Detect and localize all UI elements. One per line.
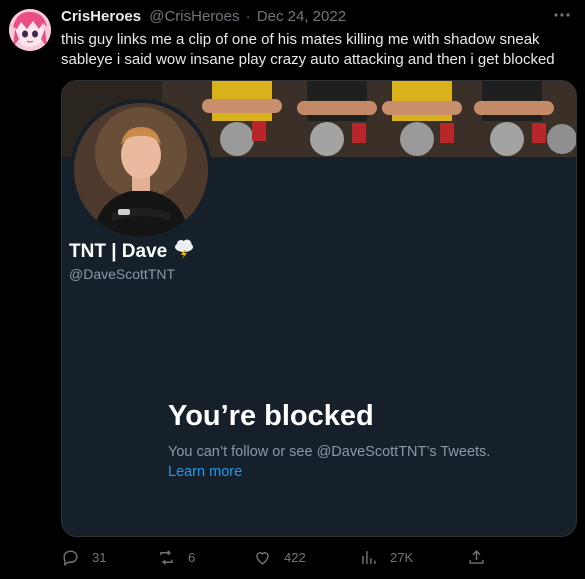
- profile-name[interactable]: TNT | Dave: [69, 239, 195, 265]
- retweet-count: 6: [188, 550, 196, 565]
- tweet-header: CrisHeroes @CrisHeroes · Dec 24, 2022: [61, 8, 346, 26]
- blocked-text: You can’t follow or see @DaveScottTNT’s …: [168, 444, 491, 460]
- like-count: 422: [284, 550, 306, 565]
- tweet-date[interactable]: Dec 24, 2022: [257, 8, 346, 25]
- separator-dot: ·: [245, 8, 251, 25]
- views-button[interactable]: 27K: [359, 548, 413, 567]
- blocked-profile-card[interactable]: TNT | Dave @DaveScottTNT You’re blocked …: [61, 80, 577, 537]
- tweet-actions: 31 6 422 27K: [61, 548, 581, 570]
- author-handle[interactable]: @CrisHeroes: [149, 8, 239, 25]
- retweet-button[interactable]: 6: [157, 548, 195, 567]
- blocked-title: You’re blocked: [168, 400, 374, 432]
- like-button[interactable]: 422: [253, 548, 306, 567]
- retweet-icon: [160, 550, 173, 565]
- more-icon[interactable]: [553, 6, 571, 29]
- views-count: 27K: [390, 550, 414, 565]
- reply-icon: [63, 550, 78, 567]
- author-name[interactable]: CrisHeroes: [61, 8, 141, 25]
- profile-avatar[interactable]: [70, 99, 212, 241]
- share-icon: [469, 550, 484, 564]
- tweet-text: this guy links me a clip of one of his m…: [61, 31, 555, 68]
- heart-icon: [256, 552, 269, 565]
- learn-more-link[interactable]: Learn more: [168, 464, 242, 480]
- storm-cloud-icon: [173, 239, 195, 265]
- profile-handle: @DaveScottTNT: [69, 266, 176, 282]
- share-button[interactable]: [467, 548, 498, 567]
- reply-button[interactable]: 31: [61, 548, 106, 567]
- views-icon: [362, 551, 376, 564]
- author-avatar[interactable]: [9, 9, 51, 51]
- profile-name-text: TNT | Dave: [69, 241, 168, 262]
- reply-count: 31: [92, 550, 107, 565]
- blocked-notice: You’re blocked You can’t follow or see @…: [168, 399, 548, 481]
